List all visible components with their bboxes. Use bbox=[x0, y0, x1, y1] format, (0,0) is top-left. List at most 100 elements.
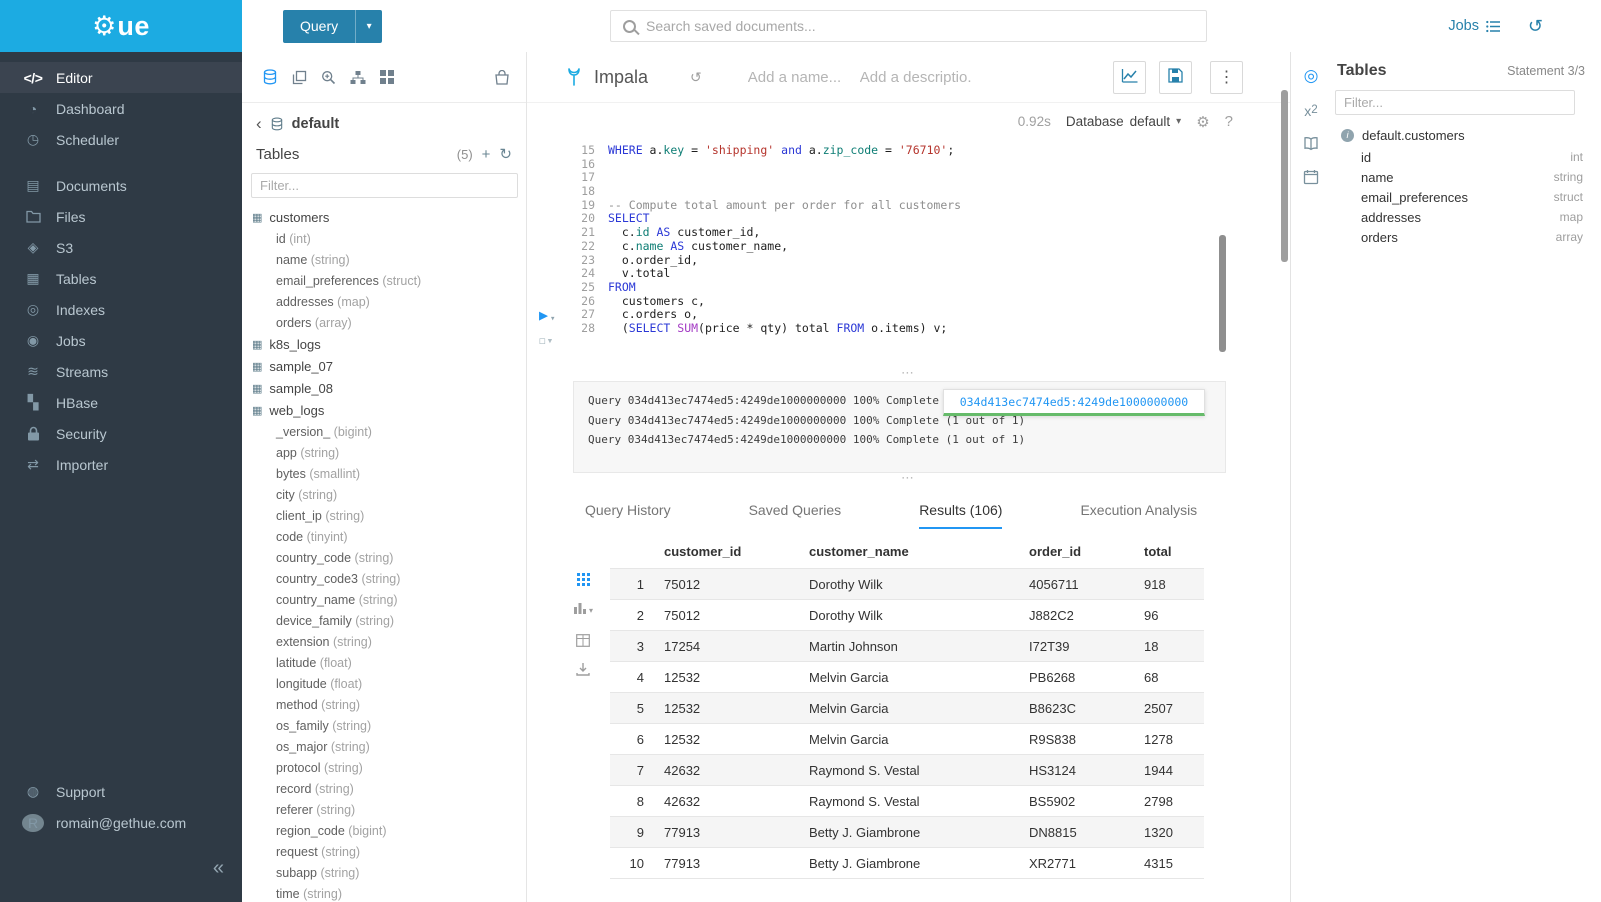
sidebar-item-jobs[interactable]: ◉Jobs bbox=[0, 325, 242, 356]
assist-sitemap-icon[interactable] bbox=[350, 70, 366, 85]
code-line[interactable]: 25FROM bbox=[573, 281, 961, 295]
code-line[interactable]: 27 c.orders o, bbox=[573, 308, 961, 322]
table-row[interactable]: 175012Dorothy Wilk4056711918 bbox=[610, 569, 1204, 600]
query-button-label[interactable]: Query bbox=[283, 10, 355, 43]
back-chevron-icon[interactable]: ‹ bbox=[256, 117, 262, 131]
database-selector[interactable]: Database default ▾ bbox=[1066, 114, 1181, 129]
query-id-tooltip[interactable]: 034d413ec7474ed5:4249de1000000000 bbox=[943, 389, 1205, 416]
info-icon[interactable]: i bbox=[1341, 129, 1354, 142]
right-filter-input[interactable] bbox=[1335, 90, 1575, 115]
assist-column-addresses[interactable]: addresses (map) bbox=[252, 291, 526, 312]
assist-column-country-name[interactable]: country_name (string) bbox=[252, 589, 526, 610]
sidebar-item-editor[interactable]: </>Editor bbox=[0, 62, 242, 93]
code-line[interactable]: 24 v.total bbox=[573, 267, 961, 281]
save-button[interactable] bbox=[1159, 61, 1192, 94]
code-line[interactable]: 26 customers c, bbox=[573, 295, 961, 309]
resize-grip-top[interactable]: ⋯ bbox=[527, 368, 1290, 381]
assist-column-version[interactable]: _version_ (bigint) bbox=[252, 421, 526, 442]
refresh-tables-icon[interactable]: ↻ bbox=[499, 145, 512, 163]
column-header-customer-id[interactable]: customer_id bbox=[654, 539, 799, 569]
chart-button[interactable] bbox=[1113, 61, 1146, 94]
table-row[interactable]: 1077913Betty J. GiambroneXR27714315 bbox=[610, 848, 1204, 879]
sidebar-item-documents[interactable]: ▤Documents bbox=[0, 170, 242, 201]
assist-collections-icon[interactable] bbox=[494, 70, 510, 85]
assist-column-referer[interactable]: referer (string) bbox=[252, 799, 526, 820]
grid-view-icon[interactable] bbox=[577, 573, 590, 586]
code-editor[interactable]: 15WHERE a.key = 'shipping' and a.zip_cod… bbox=[527, 140, 1290, 368]
assist-column-country-code[interactable]: country_code (string) bbox=[252, 547, 526, 568]
code-line[interactable]: 20SELECT bbox=[573, 212, 961, 226]
assist-filter-input[interactable] bbox=[251, 173, 518, 198]
sidebar-item-tables[interactable]: ▦Tables bbox=[0, 263, 242, 294]
code-line[interactable]: 22 c.name AS customer_name, bbox=[573, 240, 961, 254]
help-icon[interactable]: ? bbox=[1225, 113, 1233, 130]
assist-column-longitude[interactable]: longitude (float) bbox=[252, 673, 526, 694]
sidebar-item-security[interactable]: Security bbox=[0, 418, 242, 449]
editor-scrollbar[interactable] bbox=[1219, 235, 1226, 352]
sidebar-collapse-button[interactable]: « bbox=[213, 857, 224, 880]
assist-search-icon[interactable] bbox=[321, 70, 336, 85]
assist-column-latitude[interactable]: latitude (float) bbox=[252, 652, 526, 673]
history-icon[interactable]: ↺ bbox=[1528, 0, 1543, 52]
tab-query-history[interactable]: Query History bbox=[585, 502, 671, 529]
columns-view-icon[interactable] bbox=[576, 634, 590, 647]
assist-column-id[interactable]: id (int) bbox=[252, 228, 526, 249]
table-row[interactable]: 612532Melvin GarciaR9S8381278 bbox=[610, 724, 1204, 755]
assist-column-orders[interactable]: orders (array) bbox=[252, 312, 526, 333]
assist-column-region-code[interactable]: region_code (bigint) bbox=[252, 820, 526, 841]
assist-documents-icon[interactable] bbox=[292, 70, 307, 85]
query-history-icon[interactable]: ↺ bbox=[690, 69, 702, 86]
assist-table-customers[interactable]: ▦customers bbox=[252, 206, 526, 228]
explain-button[interactable]: ◻▾ bbox=[539, 334, 554, 347]
schedule-icon[interactable] bbox=[1303, 169, 1319, 185]
chart-view-icon[interactable]: ▾ bbox=[573, 601, 593, 619]
sidebar-item-support[interactable]: ◍Support bbox=[0, 776, 242, 807]
table-row[interactable]: 742632Raymond S. VestalHS31241944 bbox=[610, 755, 1204, 786]
assist-column-app[interactable]: app (string) bbox=[252, 442, 526, 463]
assist-column-os-major[interactable]: os_major (string) bbox=[252, 736, 526, 757]
assist-column-device-family[interactable]: device_family (string) bbox=[252, 610, 526, 631]
query-description-input[interactable] bbox=[860, 69, 972, 86]
sidebar-item-dashboard[interactable]: ◔Dashboard bbox=[0, 93, 242, 124]
assist-column-code[interactable]: code (tinyint) bbox=[252, 526, 526, 547]
query-name-input[interactable] bbox=[748, 69, 846, 86]
code-line[interactable]: 17 bbox=[573, 171, 961, 185]
active-table-name[interactable]: default.customers bbox=[1362, 128, 1465, 143]
column-header-order-id[interactable]: order_id bbox=[1019, 539, 1134, 569]
sidebar-item-importer[interactable]: ⇄Importer bbox=[0, 449, 242, 480]
assist-column-method[interactable]: method (string) bbox=[252, 694, 526, 715]
code-line[interactable]: 15WHERE a.key = 'shipping' and a.zip_cod… bbox=[573, 144, 961, 158]
assist-table-k8s-logs[interactable]: ▦k8s_logs bbox=[252, 333, 526, 355]
sidebar-item-streams[interactable]: ≋Streams bbox=[0, 356, 242, 387]
table-row[interactable]: 317254Martin JohnsonI72T3918 bbox=[610, 631, 1204, 662]
tab-results-106[interactable]: Results (106) bbox=[919, 502, 1002, 529]
breadcrumb-database-name[interactable]: default bbox=[292, 116, 340, 132]
sidebar-item-s3[interactable]: ◈S3 bbox=[0, 232, 242, 263]
table-row[interactable]: 412532Melvin GarciaPB626868 bbox=[610, 662, 1204, 693]
column-header-total[interactable]: total bbox=[1134, 539, 1204, 569]
code-line[interactable]: 23 o.order_id, bbox=[573, 254, 961, 268]
execute-button[interactable]: ▶ ▾ bbox=[539, 306, 555, 324]
column-header-customer-name[interactable]: customer_name bbox=[799, 539, 1019, 569]
sidebar-item-files[interactable]: Files bbox=[0, 201, 242, 232]
assist-table-sample-07[interactable]: ▦sample_07 bbox=[252, 355, 526, 377]
code-line[interactable]: 16 bbox=[573, 158, 961, 172]
sidebar-item-scheduler[interactable]: ◷Scheduler bbox=[0, 124, 242, 155]
assist-table-sample-08[interactable]: ▦sample_08 bbox=[252, 377, 526, 399]
tab-saved-queries[interactable]: Saved Queries bbox=[749, 502, 842, 529]
active-table[interactable]: i default.customers bbox=[1331, 115, 1601, 143]
table-row[interactable]: 842632Raymond S. VestalBS59022798 bbox=[610, 786, 1204, 817]
assist-column-protocol[interactable]: protocol (string) bbox=[252, 757, 526, 778]
query-button-caret-icon[interactable]: ▾ bbox=[355, 10, 382, 43]
language-reference-icon[interactable] bbox=[1303, 136, 1319, 152]
right-column-addresses[interactable]: addressesmap bbox=[1331, 207, 1601, 227]
assist-column-name[interactable]: name (string) bbox=[252, 249, 526, 270]
assist-column-record[interactable]: record (string) bbox=[252, 778, 526, 799]
main-scrollbar[interactable] bbox=[1281, 90, 1288, 262]
assist-table-web-logs[interactable]: ▦web_logs bbox=[252, 399, 526, 421]
assist-column-time[interactable]: time (string) bbox=[252, 883, 526, 902]
assist-column-subapp[interactable]: subapp (string) bbox=[252, 862, 526, 883]
search-input[interactable] bbox=[646, 18, 1206, 34]
right-column-id[interactable]: idint bbox=[1331, 147, 1601, 167]
assist-column-city[interactable]: city (string) bbox=[252, 484, 526, 505]
